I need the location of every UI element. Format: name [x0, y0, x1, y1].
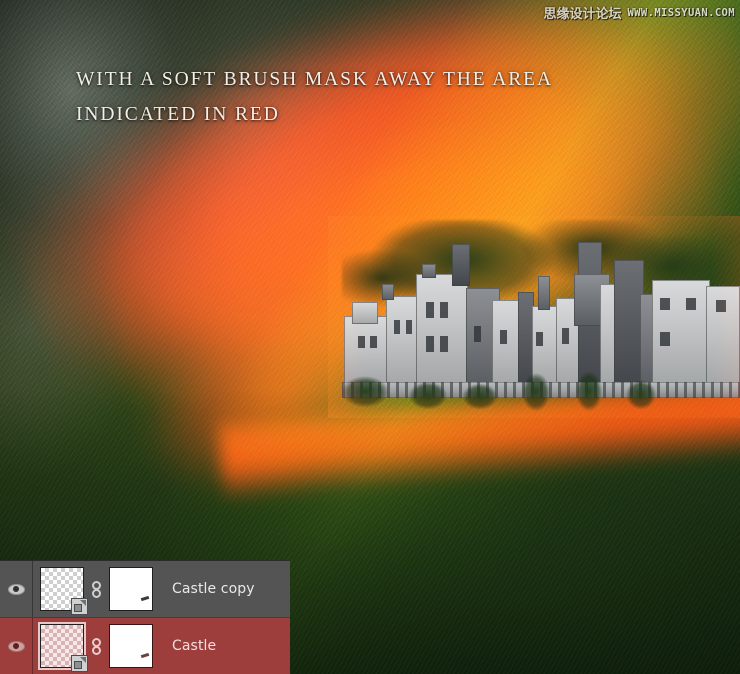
smart-object-badge-icon — [71, 655, 88, 672]
eye-icon[interactable] — [7, 640, 25, 652]
layer-thumbnails-castle[interactable] — [33, 618, 153, 674]
castle-architecture — [338, 240, 740, 412]
layer-row-castle[interactable]: Castle — [0, 617, 290, 674]
layer-mask-thumbnail[interactable] — [109, 567, 153, 611]
layers-panel[interactable]: Castle copy Castle — [0, 560, 290, 674]
layer-thumbnail[interactable] — [40, 567, 88, 615]
layer-mask-thumbnail[interactable] — [109, 624, 153, 668]
mask-brush-mark-icon — [140, 652, 150, 659]
watermark: 思缘设计论坛 WWW.MISSYUAN.COM — [543, 3, 735, 23]
layer-visibility-toggle-castle[interactable] — [0, 618, 32, 674]
layer-thumbnail[interactable] — [38, 622, 88, 672]
layer-row-castle-copy[interactable]: Castle copy — [0, 560, 290, 618]
eye-icon[interactable] — [7, 583, 25, 595]
castle-photo — [328, 216, 740, 418]
watermark-site-name: 思缘设计论坛 — [543, 7, 622, 22]
link-icon[interactable] — [91, 637, 102, 655]
layer-visibility-toggle-castle-copy[interactable] — [0, 561, 32, 617]
layer-name-label[interactable]: Castle copy — [153, 581, 255, 597]
smart-object-badge-icon — [71, 598, 88, 615]
screenshot-root: With a soft brush mask away the area ind… — [0, 0, 740, 674]
layer-name-label[interactable]: Castle — [153, 638, 216, 654]
link-icon[interactable] — [91, 580, 102, 598]
layer-thumbnails-castle-copy[interactable] — [33, 561, 153, 617]
mask-brush-mark-icon — [140, 595, 150, 602]
watermark-url: WWW.MISSYUAN.COM — [627, 6, 735, 19]
instruction-caption: With a soft brush mask away the area ind… — [76, 69, 553, 125]
